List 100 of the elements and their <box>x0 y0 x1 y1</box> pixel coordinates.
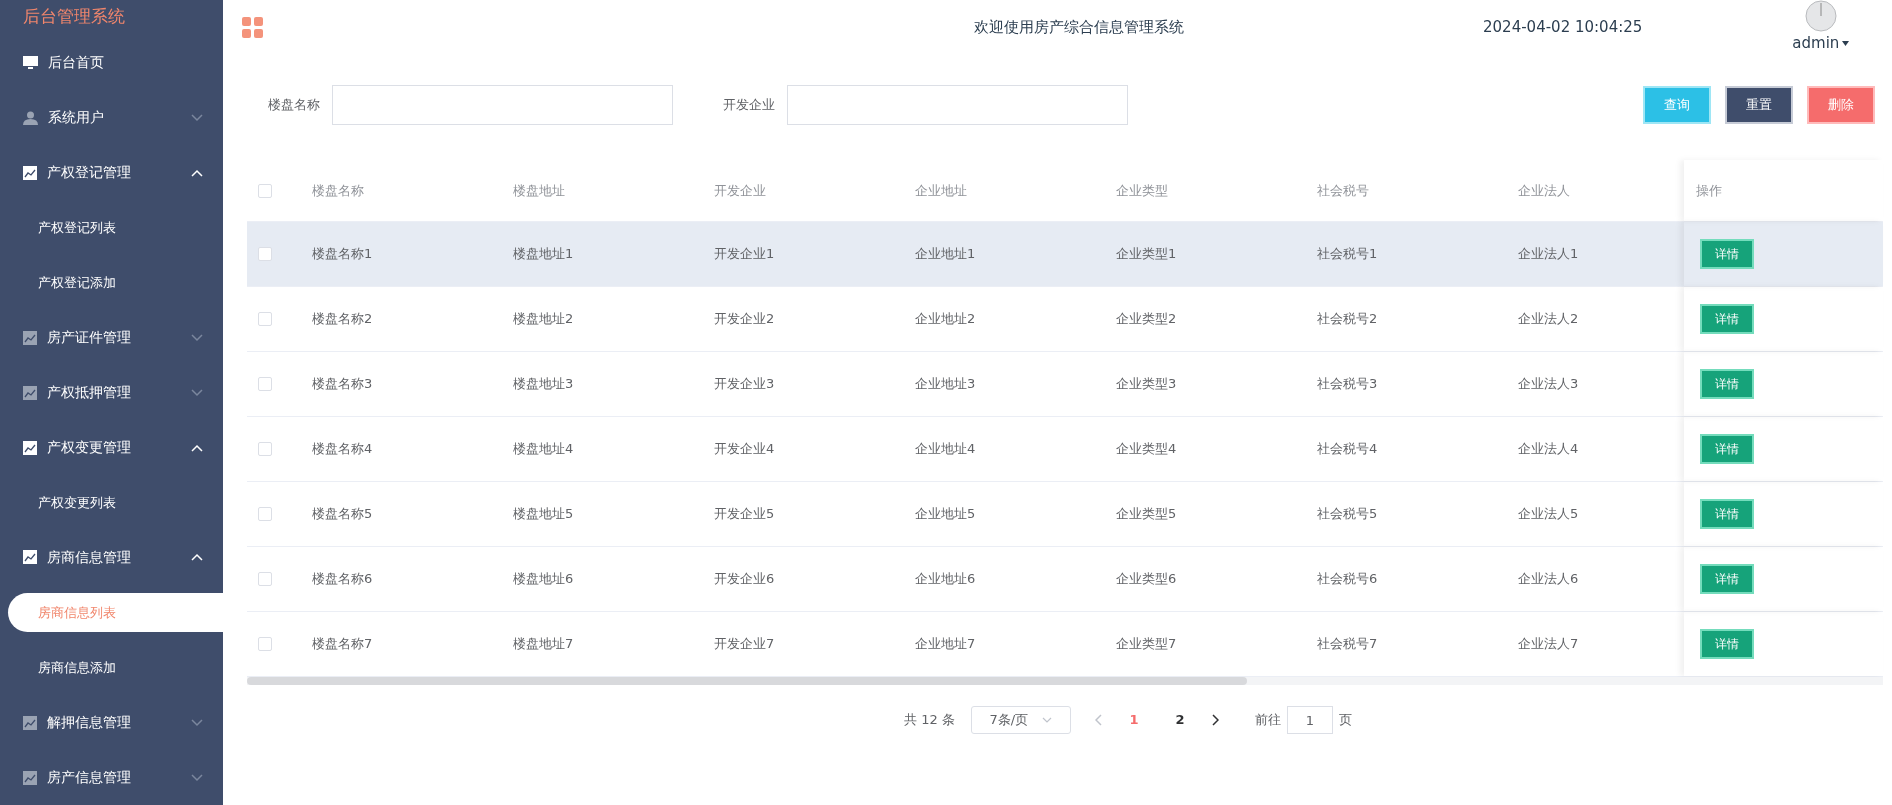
table-cell-text: 企业法人5 <box>1518 505 1580 524</box>
column-header: 企业类型 <box>1116 181 1169 200</box>
table-row[interactable]: 楼盘名称1 楼盘地址1 开发企业1 企业地址1 企业类型1 社会税号1 企业法人1 详情 <box>247 222 1883 287</box>
reset-button[interactable]: 重置 <box>1725 86 1793 124</box>
table-cell-text: 社会税号5 <box>1317 505 1379 524</box>
table-cell-text: 社会税号7 <box>1317 635 1379 654</box>
page-input[interactable]: 1 <box>1286 706 1333 734</box>
goto-label: 前往 <box>1254 711 1281 730</box>
sidebar-menu-item[interactable]: 房产信息管理 <box>0 750 223 805</box>
table-cell-text: 楼盘名称2 <box>312 310 374 329</box>
table-cell-text: 楼盘地址5 <box>513 505 575 524</box>
chart-icon <box>23 770 37 785</box>
sidebar-menu-item[interactable]: 解押信息管理 <box>0 695 223 751</box>
table-cell-text: 开发企业1 <box>714 245 776 264</box>
next-page-icon[interactable] <box>1210 714 1219 726</box>
table-cell-text: 企业法人2 <box>1518 310 1580 329</box>
column-header: 楼盘名称 <box>312 181 365 200</box>
chart-icon <box>23 165 37 180</box>
chart-icon <box>23 385 37 400</box>
search-field[interactable] <box>332 85 673 125</box>
table-cell-text: 企业地址4 <box>915 440 977 459</box>
table-cell-text: 开发企业7 <box>714 635 776 654</box>
sidebar-submenu-item[interactable]: 房商信息添加 <box>0 640 223 696</box>
table-cell-text: 企业类型1 <box>1116 245 1178 264</box>
table-row[interactable]: 楼盘名称2 楼盘地址2 开发企业2 企业地址2 企业类型2 社会税号2 企业法人2 详情 <box>247 287 1883 352</box>
table-cell-text: 社会税号2 <box>1317 310 1379 329</box>
table-cell-text: 楼盘名称3 <box>312 375 374 394</box>
table-cell-text: 企业地址7 <box>915 635 977 654</box>
column-header: 企业地址 <box>915 181 968 200</box>
table-cell-text: 企业地址3 <box>915 375 977 394</box>
table-row[interactable]: 楼盘名称4 楼盘地址4 开发企业4 企业地址4 企业类型4 社会税号4 企业法人4 详情 <box>247 417 1883 482</box>
table-cell-text: 楼盘名称7 <box>312 635 374 654</box>
table-cell-text: 楼盘地址4 <box>513 440 575 459</box>
table-cell-text: 社会税号4 <box>1317 440 1379 459</box>
table-cell-text: 楼盘地址6 <box>513 570 575 589</box>
table-row[interactable]: 楼盘名称7 楼盘地址7 开发企业7 企业地址7 企业类型7 社会税号7 企业法人7 详情 <box>247 612 1883 677</box>
table-cell-text: 企业类型3 <box>1116 375 1178 394</box>
total-count: 共 12 条 <box>904 711 955 730</box>
sidebar-submenu-item[interactable]: 产权变更列表 <box>0 475 223 530</box>
select-all-checkbox[interactable] <box>258 183 272 198</box>
chart-icon <box>23 440 37 455</box>
column-header: 操作 <box>1684 160 1883 221</box>
sidebar-menu-item[interactable]: 房商信息管理 <box>0 530 223 585</box>
column-header: 楼盘地址 <box>513 181 566 200</box>
page-suffix: 页 <box>1338 711 1352 730</box>
avatar-icon[interactable] <box>1804 0 1837 33</box>
table-row[interactable]: 楼盘名称3 楼盘地址3 开发企业3 企业地址3 企业类型3 社会税号3 企业法人3 详情 <box>247 352 1883 417</box>
table-cell-text: 企业地址5 <box>915 505 977 524</box>
user-menu[interactable]: admin <box>1792 32 1850 55</box>
table-cell-text: 楼盘名称1 <box>312 245 374 264</box>
caret-icon <box>1842 41 1850 46</box>
sidebar-menu-item[interactable]: 后台首页 <box>0 35 223 91</box>
table-row[interactable]: 楼盘名称6 楼盘地址6 开发企业6 企业地址6 企业类型6 社会税号6 企业法人6 详情 <box>247 547 1883 612</box>
sidebar-menu-item[interactable]: 系统用户 <box>0 90 223 146</box>
row-checkbox[interactable] <box>258 507 272 521</box>
page-size-select[interactable]: 7条/页 <box>970 706 1071 734</box>
column-header: 企业法人 <box>1518 181 1571 200</box>
row-checkbox[interactable] <box>258 637 272 651</box>
table-cell-text: 楼盘名称5 <box>312 505 374 524</box>
table-cell-text: 社会税号3 <box>1317 375 1379 394</box>
search-field[interactable] <box>787 85 1128 125</box>
sidebar-menu-item[interactable]: 房产证件管理 <box>0 310 223 366</box>
table-row[interactable]: 楼盘名称5 楼盘地址5 开发企业5 企业地址5 企业类型5 社会税号5 企业法人5 详情 <box>247 482 1883 547</box>
monitor-icon <box>23 55 38 70</box>
table-cell-text: 开发企业6 <box>714 570 776 589</box>
sidebar-menu-item[interactable]: 产权登记管理 <box>0 145 223 201</box>
table-cell-text: 社会税号6 <box>1317 570 1379 589</box>
column-header: 社会税号 <box>1317 181 1370 200</box>
row-checkbox[interactable] <box>258 312 272 326</box>
system-title: 欢迎使用房产综合信息管理系统 <box>974 17 1184 39</box>
table-cell-text: 企业地址1 <box>915 245 977 264</box>
table-cell-text: 开发企业4 <box>714 440 776 459</box>
table-cell-text: 企业法人7 <box>1518 635 1580 654</box>
chevron-down-icon <box>1042 717 1053 723</box>
row-checkbox[interactable] <box>258 377 272 391</box>
user-icon <box>23 110 38 125</box>
chart-icon <box>23 550 37 565</box>
table-cell-text: 企业法人3 <box>1518 375 1580 394</box>
grid-menu-icon[interactable] <box>242 16 264 39</box>
sidebar-menu-item[interactable]: 产权变更管理 <box>0 420 223 476</box>
table-cell-text: 社会税号1 <box>1317 245 1379 264</box>
sidebar-menu-item[interactable]: 产权抵押管理 <box>0 365 223 421</box>
previous-page-icon[interactable] <box>1094 714 1103 726</box>
sidebar-submenu-item[interactable]: 产权登记添加 <box>0 255 223 311</box>
row-checkbox[interactable] <box>258 572 272 586</box>
chart-icon <box>23 715 37 730</box>
sidebar-submenu-item[interactable]: 产权登记列表 <box>0 200 223 256</box>
app-title: 后台管理系统 <box>22 5 126 28</box>
page-number[interactable]: 2 <box>1164 710 1195 730</box>
table-cell-text: 企业法人1 <box>1518 245 1580 264</box>
row-checkbox[interactable] <box>258 247 272 261</box>
table-cell-text: 企业类型5 <box>1116 505 1178 524</box>
table-cell-text: 开发企业2 <box>714 310 776 329</box>
table-cell-text: 楼盘名称6 <box>312 570 374 589</box>
horizontal-scrollbar[interactable] <box>247 677 1883 685</box>
table-cell-text: 企业法人6 <box>1518 570 1580 589</box>
column-header: 开发企业 <box>714 181 767 200</box>
field-label: 开发企业 <box>723 96 775 115</box>
row-checkbox[interactable] <box>258 442 272 456</box>
table-cell-text: 企业地址6 <box>915 570 977 589</box>
